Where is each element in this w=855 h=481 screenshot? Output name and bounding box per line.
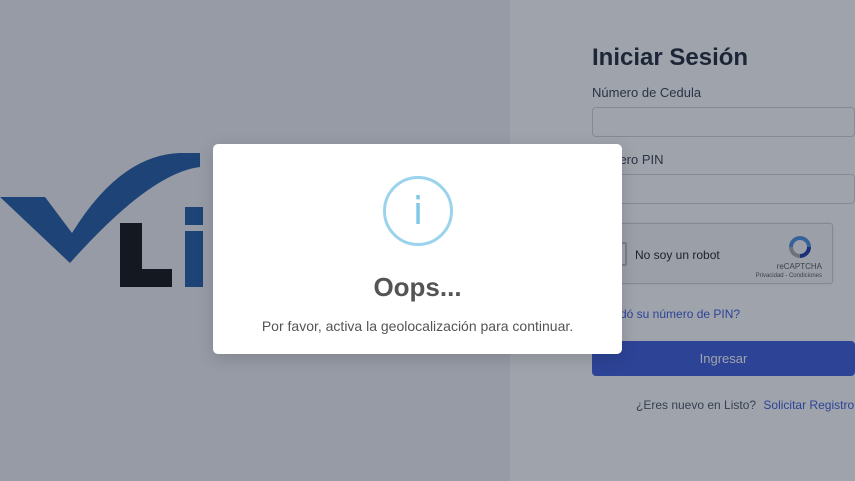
info-icon: i — [383, 176, 453, 246]
info-icon-glyph: i — [412, 189, 424, 233]
modal-title: Oops... — [373, 272, 462, 302]
modal-message: Por favor, activa la geolocalización par… — [261, 318, 574, 334]
geolocation-alert-modal: i Oops... Por favor, activa la geolocali… — [213, 144, 622, 354]
